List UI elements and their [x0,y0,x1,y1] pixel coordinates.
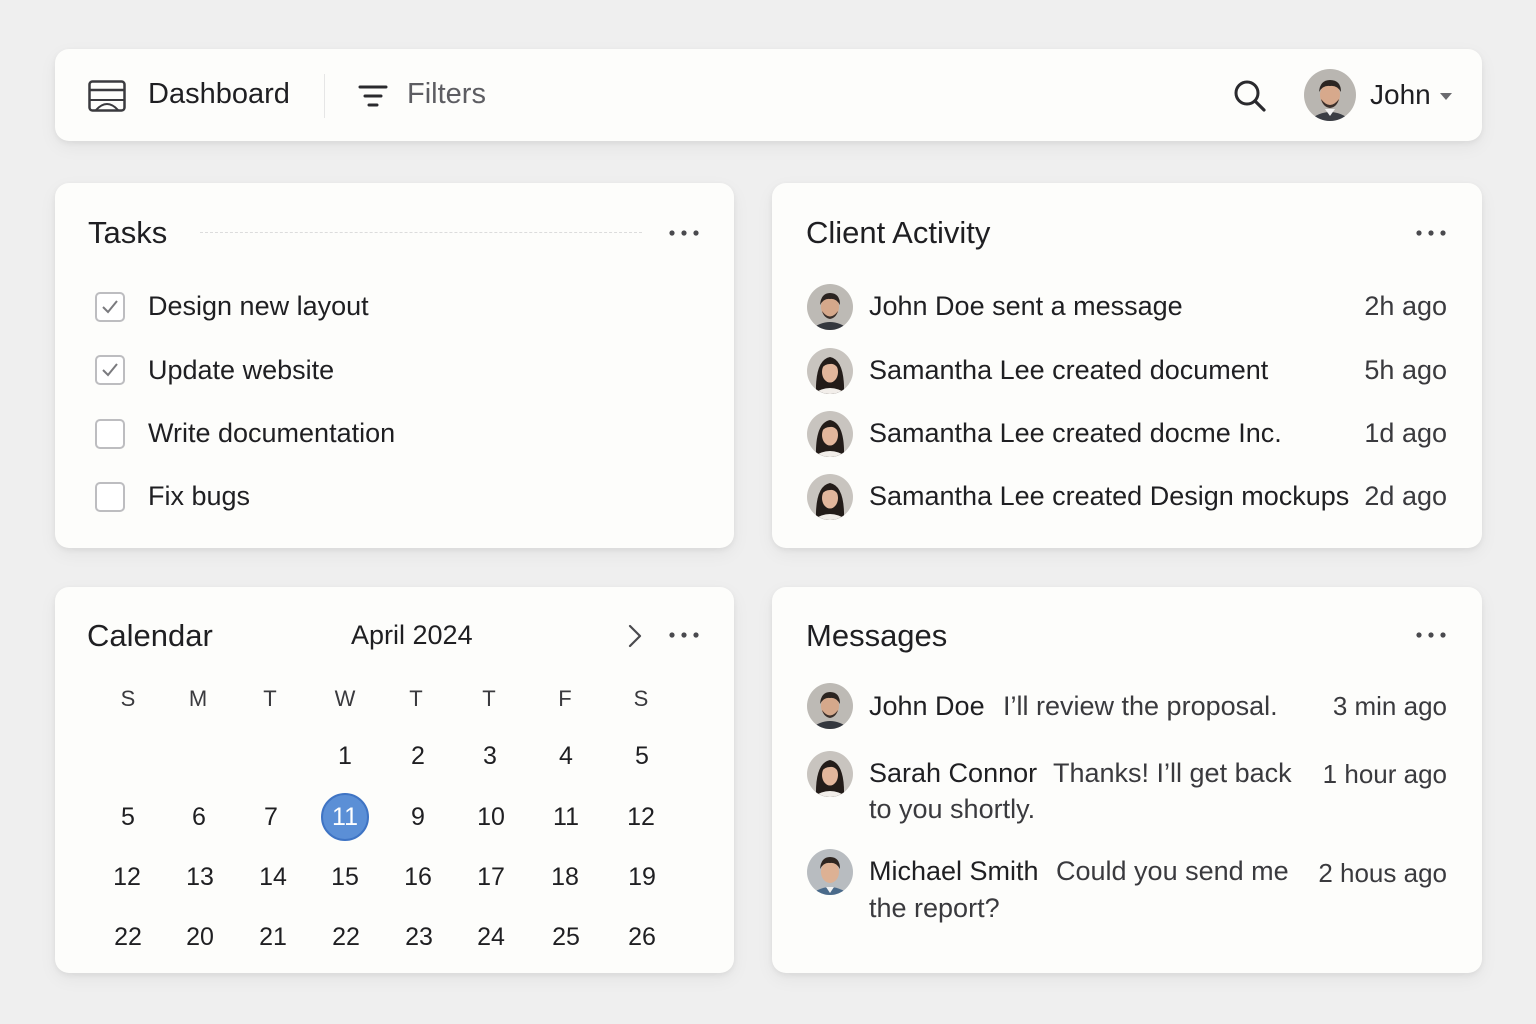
task-checkbox-checked[interactable] [95,355,125,385]
calendar-day[interactable]: 4 [536,742,596,771]
activity-time: 2h ago [1364,291,1447,321]
weekday-label: M [188,686,208,711]
message-sender: Michael Smith [869,856,1039,886]
calendar-day[interactable]: 12 [97,863,157,892]
calendar-day[interactable]: 12 [611,803,671,832]
calendar-day-selected[interactable]: 11 [321,793,369,841]
avatar-samantha-lee [807,411,853,457]
calendar-title: Calendar [87,618,213,653]
message-text: I’ll review the proposal. [1003,691,1278,721]
tasks-divider [200,232,642,233]
message-time: 3 min ago [1332,691,1447,721]
message-text: Could you send me [1056,856,1289,886]
avatar-samantha-lee [807,348,853,394]
calendar-day[interactable]: 26 [612,923,672,952]
task-label: Update website [148,355,335,385]
calendar-day[interactable]: 14 [243,863,303,892]
message-time: 2 hous ago [1318,858,1447,888]
task-label: Fix bugs [148,481,251,511]
weekday-label: F [558,686,572,711]
calendar-day[interactable]: 1 [315,742,375,771]
task-label: Design new layout [148,291,369,321]
calendar-day[interactable]: 5 [98,803,158,832]
chevron-right-icon[interactable] [624,622,646,650]
activity-text: Samantha Lee created docme Inc. [869,418,1282,448]
calendar-day[interactable]: 23 [389,923,449,952]
calendar-day[interactable]: 19 [612,863,672,892]
message-text-continued: to you shortly. [869,794,1036,824]
messages-title: Messages [806,618,948,653]
client-activity-title: Client Activity [806,215,991,250]
tasks-title: Tasks [88,215,168,250]
activity-time: 1d ago [1364,418,1447,448]
more-icon[interactable] [667,228,701,238]
calendar-day[interactable]: 20 [170,923,230,952]
calendar-month: April 2024 [351,620,473,650]
message-text: Thanks! I’ll get back [1053,758,1292,788]
activity-text: Samantha Lee created Design mockups [869,481,1350,511]
calendar-day[interactable]: 11 [536,803,596,832]
calendar-day[interactable]: 2 [388,742,448,771]
calendar-day[interactable]: 22 [98,923,158,952]
user-avatar[interactable] [1304,69,1356,121]
calendar-day[interactable]: 5 [612,742,672,771]
filters-button[interactable]: Filters [407,78,486,111]
avatar-john-doe [807,683,853,729]
message-time: 1 hour ago [1322,759,1447,789]
weekday-label: W [334,686,356,711]
more-icon[interactable] [1414,228,1448,238]
weekday-label: S [633,686,649,711]
activity-time: 2d ago [1364,481,1447,511]
more-icon[interactable] [667,630,701,640]
activity-time: 5h ago [1364,355,1447,385]
calendar-day[interactable]: 22 [316,923,376,952]
calendar-day[interactable]: 17 [461,863,521,892]
more-icon[interactable] [1414,630,1448,640]
topbar-divider [324,74,325,118]
activity-text: John Doe sent a message [869,291,1183,321]
check-icon [102,363,118,377]
avatar-samantha-lee [807,474,853,520]
avatar-john-doe [807,284,853,330]
avatar-michael-smith [807,849,853,895]
task-checkbox-checked[interactable] [95,292,125,322]
filter-icon[interactable] [358,82,388,110]
avatar-sarah-connor [807,751,853,797]
task-checkbox[interactable] [95,419,125,449]
weekday-label: T [409,686,423,711]
search-icon[interactable] [1232,78,1268,114]
calendar-day[interactable]: 10 [461,803,521,832]
weekday-label: S [120,686,136,711]
message-sender: John Doe [869,691,985,721]
calendar-day[interactable]: 15 [315,863,375,892]
calendar-day[interactable]: 25 [536,923,596,952]
calendar-day[interactable]: 16 [388,863,448,892]
calendar-day[interactable]: 13 [170,863,230,892]
message-text-continued: the report? [869,893,1000,923]
weekday-label: T [482,686,496,711]
calendar-day[interactable]: 18 [535,863,595,892]
calendar-day[interactable]: 3 [460,742,520,771]
calendar-day[interactable]: 21 [243,923,303,952]
dashboard-title[interactable]: Dashboard [148,78,290,111]
weekday-label: T [263,686,277,711]
user-name[interactable]: John [1370,79,1431,111]
task-label: Write documentation [148,418,396,448]
activity-text: Samantha Lee created document [869,355,1269,385]
dashboard-icon[interactable] [88,80,126,112]
task-checkbox[interactable] [95,482,125,512]
message-sender: Sarah Connor [869,758,1038,788]
check-icon [102,300,118,314]
chevron-down-icon[interactable] [1438,88,1454,104]
calendar-day[interactable]: 24 [461,923,521,952]
calendar-day[interactable]: 7 [241,803,301,832]
calendar-day[interactable]: 9 [388,803,448,832]
calendar-day[interactable]: 6 [169,803,229,832]
